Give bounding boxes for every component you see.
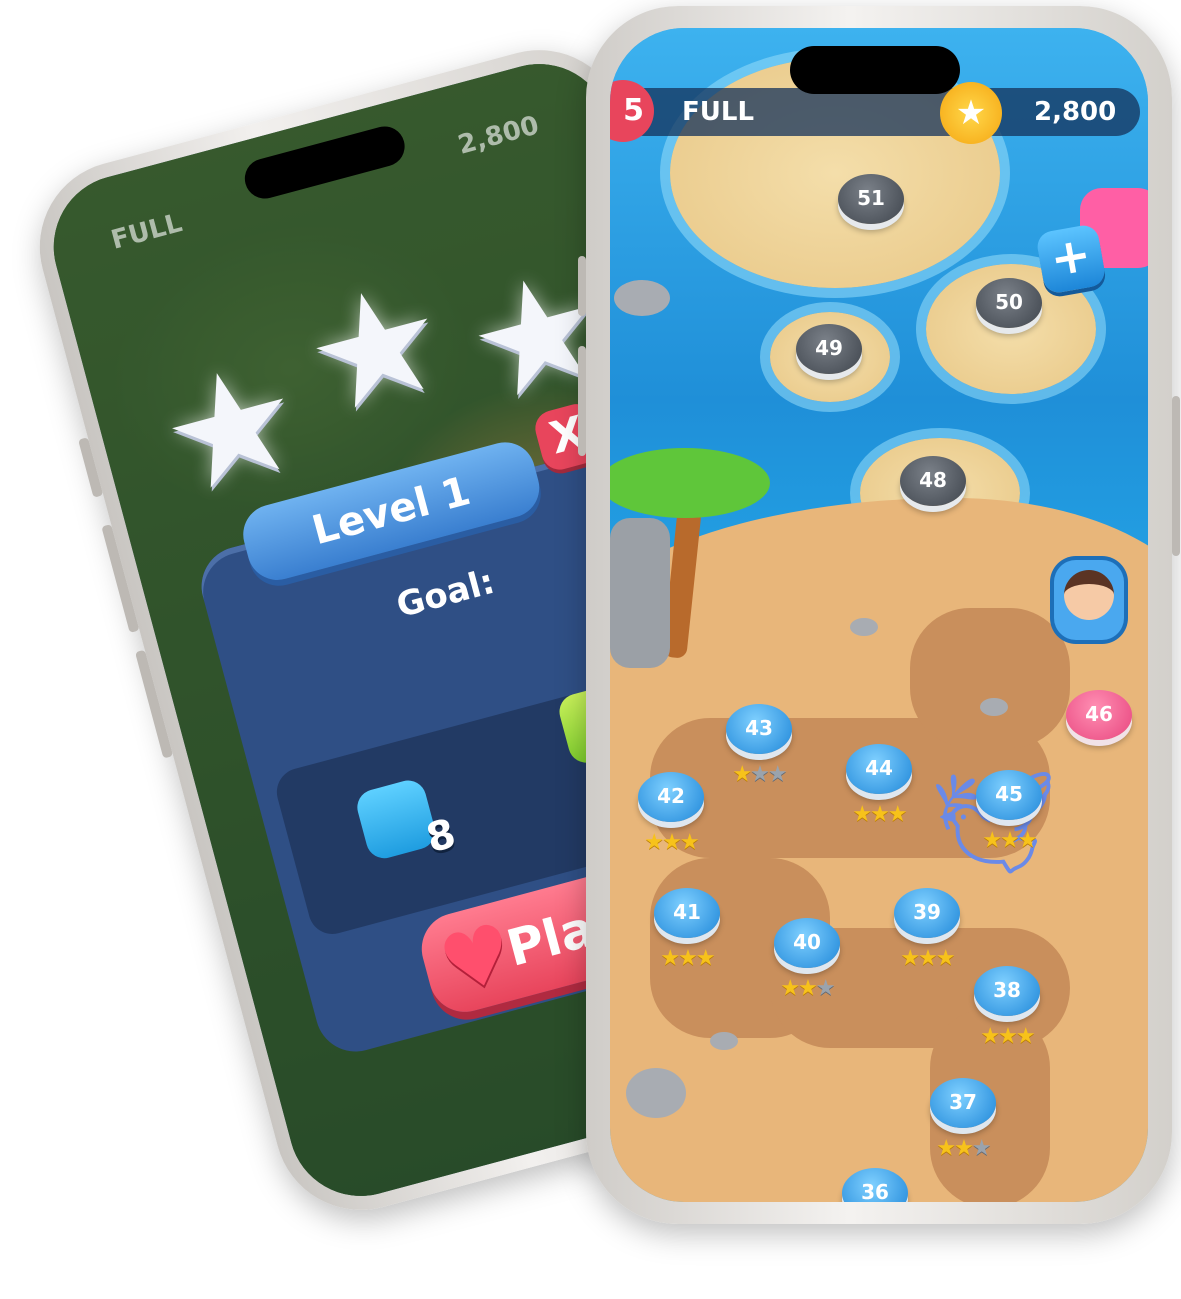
- level-node-39[interactable]: 39: [894, 888, 960, 938]
- rock: [614, 280, 670, 316]
- star-empty-icon: ★: [815, 976, 836, 1001]
- player-avatar: [1054, 560, 1124, 640]
- star-filled-icon: ★: [695, 946, 716, 971]
- level-stars: ★★★: [887, 946, 967, 971]
- star-empty-icon: ★: [971, 1136, 992, 1161]
- star-filled-icon: ★: [852, 802, 872, 827]
- level-stars: ★★★: [967, 1024, 1047, 1049]
- star-filled-icon: ★: [870, 802, 890, 827]
- star-filled-icon: ★: [1000, 828, 1020, 853]
- level-stars: ★★★: [719, 762, 799, 787]
- level-node-45[interactable]: 45: [976, 770, 1042, 820]
- star-empty-icon: ★: [750, 762, 770, 787]
- level-node-50[interactable]: 50: [976, 278, 1042, 328]
- level-node-41[interactable]: 41: [654, 888, 720, 938]
- coin-icon: ★: [940, 82, 1002, 144]
- level-node-40[interactable]: 40: [774, 918, 840, 968]
- star-filled-icon: ★: [662, 830, 682, 855]
- level-node-43[interactable]: 43: [726, 704, 792, 754]
- star-filled-icon: ★: [644, 830, 664, 855]
- level-stars: ★★★: [839, 802, 919, 827]
- coin-balance: 2,800: [1034, 97, 1117, 127]
- pebble: [710, 1032, 738, 1050]
- dynamic-island: [790, 46, 960, 94]
- star-filled-icon: ★: [1017, 828, 1038, 853]
- star-filled-icon: ★: [679, 830, 700, 855]
- level-node-44[interactable]: 44: [846, 744, 912, 794]
- dirt-path: [910, 608, 1070, 748]
- star-filled-icon: ★: [980, 1024, 1000, 1049]
- level-node-46[interactable]: 46: [1066, 690, 1132, 740]
- level-node-48[interactable]: 48: [900, 456, 966, 506]
- level-stars: ★★★: [767, 976, 847, 1001]
- star-filled-icon: ★: [954, 1136, 974, 1161]
- avatar-face: [1064, 570, 1114, 620]
- star-filled-icon: ★: [982, 828, 1002, 853]
- phone-side-button: [578, 256, 586, 316]
- star-filled-icon: ★: [887, 802, 908, 827]
- phone-side-button: [578, 346, 586, 456]
- phone-side-button: [1172, 396, 1180, 556]
- level-node-51[interactable]: 51: [838, 174, 904, 224]
- rock: [626, 1068, 686, 1118]
- right-phone: 5 FULL ★ 2,800 + 🕊 36 37 ★★★ 38 ★★★ 39 ★★★ 40 ★★…: [578, 6, 1180, 1224]
- level-stars: ★★★: [631, 830, 711, 855]
- rock: [610, 518, 670, 668]
- level-stars: ★★★: [969, 828, 1049, 853]
- right-screen: 5 FULL ★ 2,800 + 🕊 36 37 ★★★ 38 ★★★ 39 ★★★ 40 ★★…: [610, 28, 1148, 1202]
- level-node-49[interactable]: 49: [796, 324, 862, 374]
- star-icon: ★: [288, 247, 464, 451]
- level-stars: ★★★: [923, 1136, 1003, 1161]
- pebble: [850, 618, 878, 636]
- star-filled-icon: ★: [732, 762, 752, 787]
- star-filled-icon: ★: [918, 946, 938, 971]
- level-node-37[interactable]: 37: [930, 1078, 996, 1128]
- heart-icon: ♥: [430, 904, 524, 1013]
- star-filled-icon: ★: [998, 1024, 1018, 1049]
- level-node-42[interactable]: 42: [638, 772, 704, 822]
- star-filled-icon: ★: [780, 976, 800, 1001]
- star-filled-icon: ★: [935, 946, 956, 971]
- lives-status: FULL: [682, 97, 755, 127]
- star-filled-icon: ★: [936, 1136, 956, 1161]
- star-empty-icon: ★: [767, 762, 788, 787]
- level-node-38[interactable]: 38: [974, 966, 1040, 1016]
- pebble: [980, 698, 1008, 716]
- star-filled-icon: ★: [1015, 1024, 1036, 1049]
- star-filled-icon: ★: [900, 946, 920, 971]
- palm-tree: [610, 448, 790, 668]
- star-filled-icon: ★: [678, 946, 698, 971]
- star-filled-icon: ★: [660, 946, 680, 971]
- level-stars: ★★★: [647, 946, 727, 971]
- palm-leaves: [610, 448, 770, 518]
- star-filled-icon: ★: [798, 976, 818, 1001]
- add-coins-button[interactable]: +: [1035, 223, 1107, 295]
